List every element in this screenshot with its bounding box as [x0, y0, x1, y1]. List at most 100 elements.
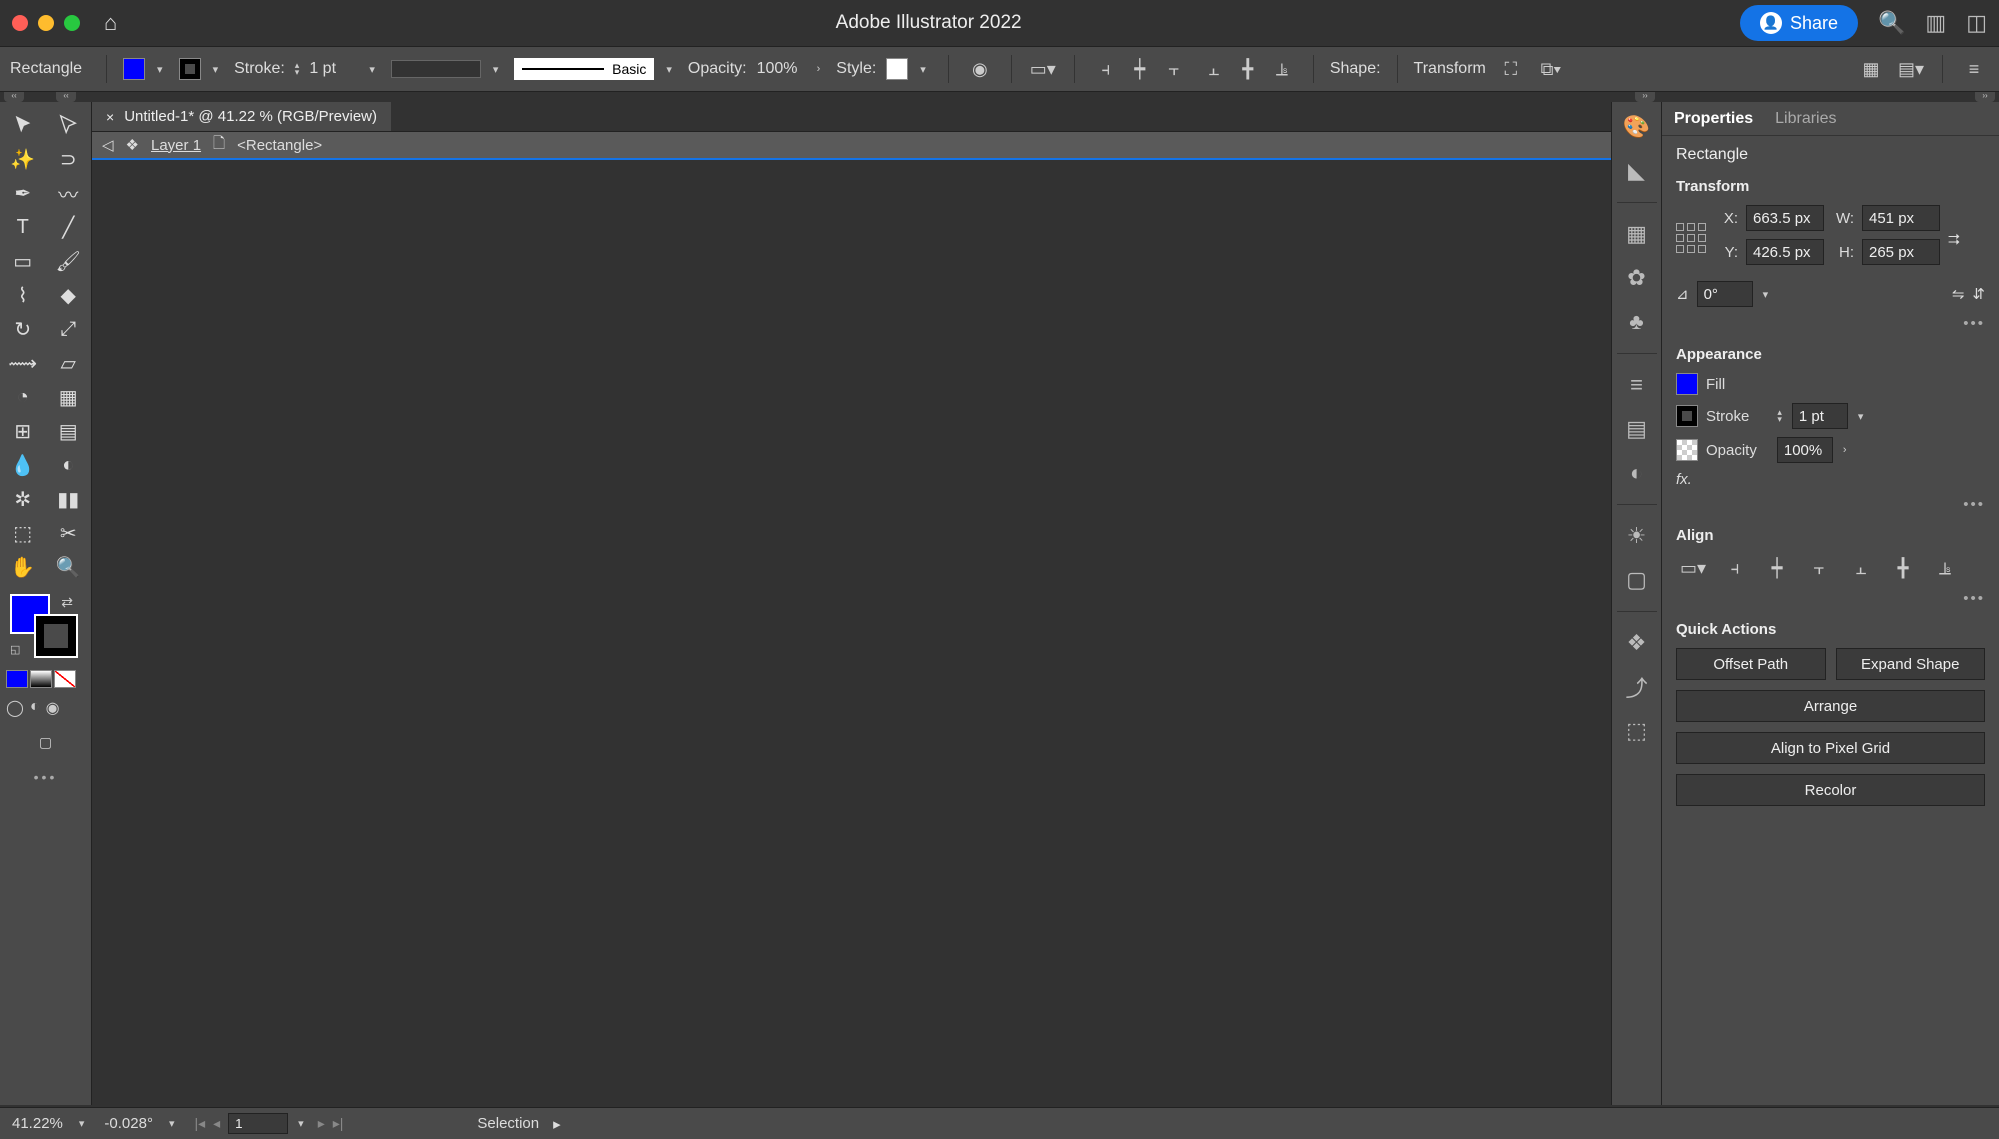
align-vcenter-icon[interactable]: ╋ [1233, 54, 1263, 84]
snap-to-pixel-icon[interactable]: ▦ [1856, 54, 1886, 84]
collapse-tab-left[interactable]: ‹‹ [4, 92, 24, 102]
stroke-weight-dropdown-icon[interactable]: ▾ [369, 63, 375, 76]
fill-dropdown-icon[interactable]: ▾ [157, 63, 163, 76]
panel-menu-icon[interactable]: ≡ [1959, 54, 1989, 84]
screen-mode-icon[interactable]: ▢ [0, 724, 91, 761]
prop-align-top-icon[interactable]: ⫠ [1844, 554, 1878, 582]
libraries-tab[interactable]: Libraries [1775, 104, 1836, 134]
align-more-icon[interactable]: ••• [1676, 590, 1985, 607]
magic-wand-tool[interactable]: ✨ [0, 142, 46, 176]
prop-align-left-icon[interactable]: ⫞ [1718, 554, 1752, 582]
collapse-tab-dock[interactable]: ›› [1635, 92, 1655, 102]
eyedropper-tool[interactable]: 💧 [0, 448, 46, 482]
stroke-dropdown-icon[interactable]: ▾ [213, 63, 219, 76]
edit-similar-icon[interactable]: ⧉▾ [1536, 54, 1566, 84]
prop-w-input[interactable] [1862, 205, 1940, 231]
status-menu-icon[interactable]: ▸ [553, 1115, 561, 1133]
breadcrumb-layer[interactable]: Layer 1 [151, 137, 201, 154]
prop-align-right-icon[interactable]: ⫟ [1802, 554, 1836, 582]
search-icon[interactable]: 🔍 [1878, 10, 1905, 36]
prop-align-hcenter-icon[interactable]: ┿ [1760, 554, 1794, 582]
curvature-tool[interactable]: 〰 [46, 176, 92, 210]
collapse-tab-props[interactable]: ›› [1975, 92, 1995, 102]
opacity-value[interactable]: 100% [757, 60, 805, 78]
layers-panel-icon[interactable]: ❖ [1620, 626, 1654, 660]
recolor-button[interactable]: Recolor [1676, 774, 1985, 806]
free-transform-tool[interactable]: ▱ [46, 346, 92, 380]
symbols-panel-icon[interactable]: ♣ [1620, 305, 1654, 339]
graphic-style-swatch[interactable] [886, 58, 908, 80]
breadcrumb-object[interactable]: <Rectangle> [237, 137, 322, 154]
stroke-weight-stepper[interactable]: ▴▾ [295, 62, 300, 76]
prev-artboard-icon[interactable]: ◂ [213, 1115, 220, 1132]
align-to-pixel-dropdown-icon[interactable]: ▤▾ [1896, 54, 1926, 84]
offset-path-button[interactable]: Offset Path [1676, 648, 1826, 680]
zoom-tool[interactable]: 🔍 [46, 550, 92, 584]
lasso-tool[interactable]: ⊃ [46, 142, 92, 176]
variable-width-profile[interactable] [391, 60, 481, 78]
slice-tool[interactable]: ✂ [46, 516, 92, 550]
canvas-rotation[interactable]: -0.028° [104, 1115, 153, 1132]
properties-tab[interactable]: Properties [1674, 104, 1753, 134]
direct-selection-tool[interactable] [46, 108, 92, 142]
default-fill-stroke-icon[interactable]: ◱ [10, 643, 20, 656]
prop-h-input[interactable] [1862, 239, 1940, 265]
selection-tool[interactable] [0, 108, 46, 142]
scale-tool[interactable]: ⤢ [46, 312, 92, 346]
last-artboard-icon[interactable]: ▸| [333, 1115, 344, 1132]
symbol-sprayer-tool[interactable]: ✲ [0, 482, 46, 516]
prop-fill-swatch[interactable] [1676, 373, 1698, 395]
collapse-tab-tools[interactable]: ‹‹ [56, 92, 76, 102]
column-graph-tool[interactable]: ▮▮ [46, 482, 92, 516]
perspective-tool[interactable]: ▦ [46, 380, 92, 414]
prop-align-bottom-icon[interactable]: ⫡ [1928, 554, 1962, 582]
stroke-panel-icon[interactable]: ≡ [1620, 368, 1654, 402]
hand-tool[interactable]: ✋ [0, 550, 46, 584]
workspace-icon[interactable]: ◫ [1966, 10, 1987, 36]
fill-stroke-indicator[interactable]: ⇄ ◱ [6, 594, 85, 656]
stroke-indicator[interactable] [36, 616, 76, 656]
prop-reference-point[interactable] [1676, 223, 1708, 255]
expand-shape-button[interactable]: Expand Shape [1836, 648, 1986, 680]
gradient-panel-icon[interactable]: ▤ [1620, 412, 1654, 446]
prop-opacity-swatch[interactable] [1676, 439, 1698, 461]
share-button[interactable]: 👤 Share [1740, 5, 1858, 41]
align-top-icon[interactable]: ⫠ [1199, 54, 1229, 84]
prop-opacity-input[interactable] [1777, 437, 1833, 463]
stroke-swatch[interactable] [179, 58, 201, 80]
appearance-more-icon[interactable]: ••• [1676, 496, 1985, 513]
close-tab-icon[interactable]: × [106, 109, 114, 125]
blend-tool[interactable]: ◐ [46, 448, 92, 482]
arrange-button[interactable]: Arrange [1676, 690, 1985, 722]
arrange-documents-icon[interactable]: ▥ [1925, 10, 1946, 36]
artboard-number-input[interactable] [228, 1113, 288, 1134]
zoom-level[interactable]: 41.22% [12, 1115, 63, 1132]
type-tool[interactable]: T [0, 210, 46, 244]
align-hcenter-icon[interactable]: ┿ [1125, 54, 1155, 84]
edit-toolbar-button[interactable]: ••• [0, 761, 91, 793]
shaper-tool[interactable]: ⌇ [0, 278, 46, 312]
align-bottom-icon[interactable]: ⫡ [1267, 54, 1297, 84]
rectangle-tool[interactable]: ▭ [0, 244, 46, 278]
swatches-panel-icon[interactable]: ▦ [1620, 217, 1654, 251]
prop-y-input[interactable] [1746, 239, 1824, 265]
color-guide-panel-icon[interactable]: ◣ [1620, 154, 1654, 188]
breadcrumb-back-icon[interactable]: ◁ [102, 136, 114, 154]
eraser-tool[interactable]: ◆ [46, 278, 92, 312]
transform-label[interactable]: Transform [1414, 60, 1486, 78]
stroke-weight-value[interactable]: 1 pt [309, 60, 357, 78]
prop-constrain-icon[interactable]: ⮆ [1948, 231, 1960, 248]
pen-tool[interactable]: ✒ [0, 176, 46, 210]
align-to-selector[interactable]: ▭▾ [1676, 554, 1710, 582]
artboard-tool[interactable]: ⬚ [0, 516, 46, 550]
width-tool[interactable]: ⟿ [0, 346, 46, 380]
prop-rotate-input[interactable] [1697, 281, 1753, 307]
document-tab[interactable]: × Untitled-1* @ 41.22 % (RGB/Preview) [92, 102, 391, 131]
align-to-pixel-grid-button[interactable]: Align to Pixel Grid [1676, 732, 1985, 764]
align-left-icon[interactable]: ⫞ [1091, 54, 1121, 84]
swap-fill-stroke-icon[interactable]: ⇄ [61, 594, 73, 611]
prop-stroke-swatch[interactable] [1676, 405, 1698, 427]
transform-more-icon[interactable]: ••• [1676, 315, 1985, 332]
home-icon[interactable]: ⌂ [104, 10, 117, 36]
align-to-dropdown-icon[interactable]: ▭▾ [1028, 54, 1058, 84]
